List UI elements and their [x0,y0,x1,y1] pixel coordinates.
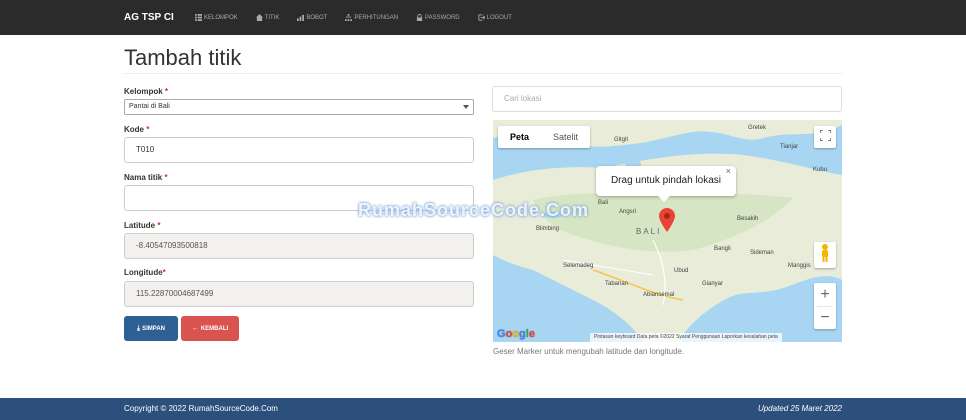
zoom-out-button[interactable]: − [814,306,836,329]
place-label: Tianjar [780,144,799,150]
kelompok-selected-value: Pantai di Bali [129,103,170,110]
nav-label: BOBOT [306,14,328,21]
nav-label: KELOMPOK [204,14,238,21]
map-pin-icon [659,208,675,236]
back-button-label: KEMBALI [200,325,229,332]
map-pin-marker[interactable] [659,208,675,232]
nav-menu: KELOMPOK TITIK BOBOT PERHITUNGAN PASSWOR… [195,0,530,35]
place-label: Gianyar [702,281,724,287]
footer: Copyright © 2022 RumahSourceCode.Com Upd… [0,398,966,420]
save-button-label: SIMPAN [142,325,165,332]
nav-item-titik[interactable]: TITIK [255,0,280,35]
map-canvas[interactable]: Gitgit Gretek Tianjar Kubu Bali Angsri B… [493,120,842,342]
footer-copyright: Copyright © 2022 RumahSourceCode.Com [124,404,278,413]
place-label: Angsri [619,209,637,215]
list-icon [195,14,202,21]
latitude-input[interactable]: -8.40547093500818 [124,233,474,259]
bar-chart-icon [297,14,305,21]
zoom-divider [817,306,833,307]
close-icon[interactable]: × [726,156,731,186]
nav-label: TITIK [264,14,280,21]
lock-icon [416,14,423,21]
place-label: Tabanan [605,281,629,287]
fullscreen-button[interactable] [814,126,836,148]
kelompok-label: Kelompok * [124,87,168,96]
nav-item-bobot[interactable]: BOBOT [297,0,327,35]
nav-label: LOGOUT [486,14,512,21]
place-label: Ubud [674,268,689,274]
save-button[interactable]: ⤓ SIMPAN [124,316,178,341]
home-icon [255,14,263,21]
place-label: Kubu [813,167,828,173]
info-window-tail [658,196,670,202]
map-help-text: Geser Marker untuk mengubah latitude dan… [493,347,685,356]
map-type-satelit-button[interactable]: Satelit [541,126,590,148]
required-mark: * [164,173,168,182]
kode-input[interactable]: T010 [124,137,474,163]
latitude-label-text: Latitude [124,221,156,230]
nav-item-kelompok[interactable]: KELOMPOK [195,0,238,35]
page-title: Tambah titik [124,45,242,70]
map-type-peta-button[interactable]: Peta [498,126,541,148]
place-label: BALI [636,227,662,236]
place-label: Sideman [750,250,774,256]
title-divider [124,73,842,74]
required-mark: * [164,87,169,96]
place-label: Selemadeg [563,263,594,269]
nav-item-password[interactable]: PASSWORD [416,0,460,35]
nav-label: PASSWORD [425,14,460,21]
watermark: RumahSourceCode.Com [358,200,590,220]
place-label: Manggis [788,263,811,269]
required-mark: * [157,221,161,230]
nama-label-text: Nama titik [124,173,163,182]
arrow-left-icon: ← [191,325,199,332]
street-view-button[interactable] [814,242,836,268]
required-mark: * [162,268,166,277]
longitude-input[interactable]: 115.22870004687499 [124,281,474,307]
back-button[interactable]: ← KEMBALI [181,316,239,341]
kelompok-label-text: Kelompok [124,87,163,96]
download-icon: ⤓ [137,324,141,332]
pegman-icon [820,243,830,267]
latitude-label: Latitude * [124,221,160,230]
logout-icon [478,14,485,21]
fullscreen-icon [818,128,832,146]
kode-label: Kode * [124,125,149,134]
zoom-control: + − [814,283,836,329]
chevron-down-icon [463,105,469,109]
longitude-label: Longitude* [124,268,166,277]
nav-label: PERHITUNGAN [354,14,399,21]
nama-titik-label: Nama titik * [124,173,168,182]
place-label: Besakih [737,216,759,222]
location-search-input[interactable]: Cari lokasi [492,86,842,112]
kode-label-text: Kode [124,125,144,134]
brand-title[interactable]: AG TSP CI [124,0,174,35]
sitemap-icon [345,14,353,21]
nav-item-perhitungan[interactable]: PERHITUNGAN [345,0,398,35]
place-label: Bali [598,200,609,206]
place-label: Abiansemal [643,292,675,298]
nav-item-logout[interactable]: LOGOUT [478,0,512,35]
map-attribution[interactable]: Pintasan keyboard Data peta ©2022 Syarat… [590,333,782,342]
top-navbar: AG TSP CI KELOMPOK TITIK BOBOT PERHITUNG… [0,0,966,35]
info-window: Drag untuk pindah lokasi × [596,166,736,202]
place-label: Gitgit [614,137,629,143]
kelompok-select[interactable]: Pantai di Bali [124,99,474,115]
map-type-control: Peta Satelit [498,126,591,148]
zoom-in-button[interactable]: + [814,283,836,306]
longitude-label-text: Longitude [124,268,163,277]
google-logo: Google [497,328,535,340]
required-mark: * [146,125,150,134]
footer-updated: Updated 25 Maret 2022 [757,404,842,413]
place-label: Gretek [748,125,767,131]
place-label: Bangli [714,246,731,252]
place-label: Blimbing [536,226,560,232]
info-window-text: Drag untuk pindah lokasi [610,175,722,186]
